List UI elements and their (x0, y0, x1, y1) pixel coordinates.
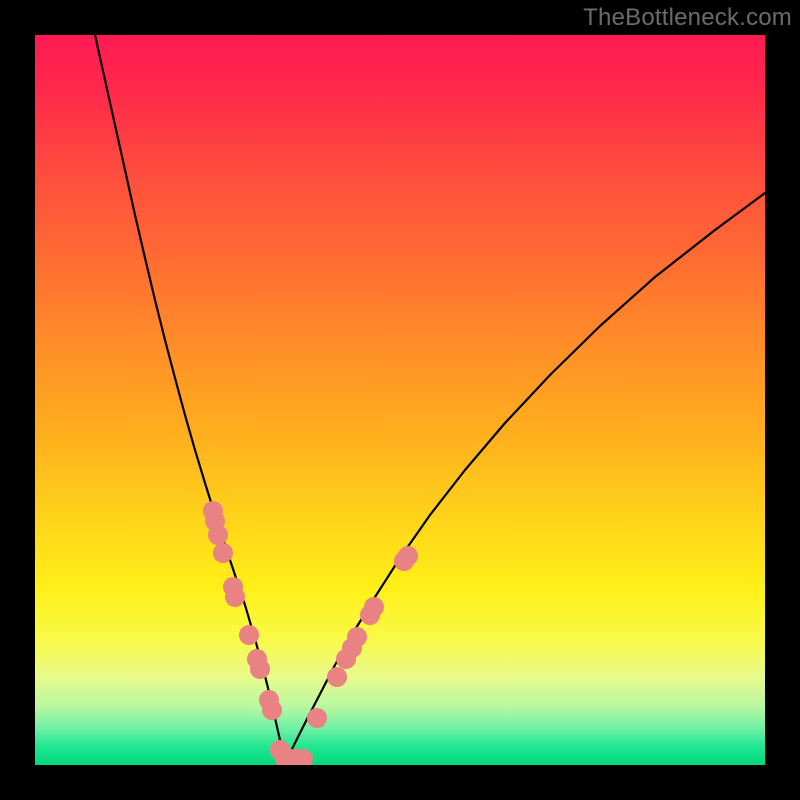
data-point (307, 708, 327, 728)
chart-markers (203, 501, 418, 765)
data-point (213, 543, 233, 563)
data-point (225, 587, 245, 607)
data-point (262, 700, 282, 720)
chart-plot-area (35, 35, 765, 765)
curve-right-curve (285, 193, 765, 762)
data-point (327, 667, 347, 687)
data-point (398, 546, 418, 566)
chart-frame: TheBottleneck.com (0, 0, 800, 800)
chart-svg (35, 35, 765, 765)
chart-curves (95, 35, 765, 762)
data-point (250, 659, 270, 679)
data-point (364, 597, 384, 617)
data-point (347, 627, 367, 647)
watermark-text: TheBottleneck.com (583, 4, 792, 32)
data-point (239, 625, 259, 645)
data-point (208, 525, 228, 545)
